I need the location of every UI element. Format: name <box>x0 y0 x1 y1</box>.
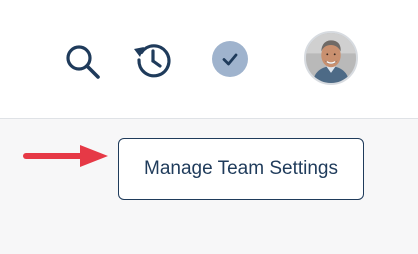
avatar-image <box>306 33 356 83</box>
check-icon <box>222 53 238 66</box>
manage-team-settings-button[interactable]: Manage Team Settings <box>118 138 364 200</box>
search-icon[interactable] <box>63 42 103 82</box>
pointer-arrow <box>23 145 108 167</box>
top-toolbar <box>0 0 418 119</box>
status-badge[interactable] <box>212 41 248 77</box>
avatar[interactable] <box>304 31 358 85</box>
page: Manage Team Settings <box>0 0 418 254</box>
history-icon[interactable] <box>131 37 175 81</box>
